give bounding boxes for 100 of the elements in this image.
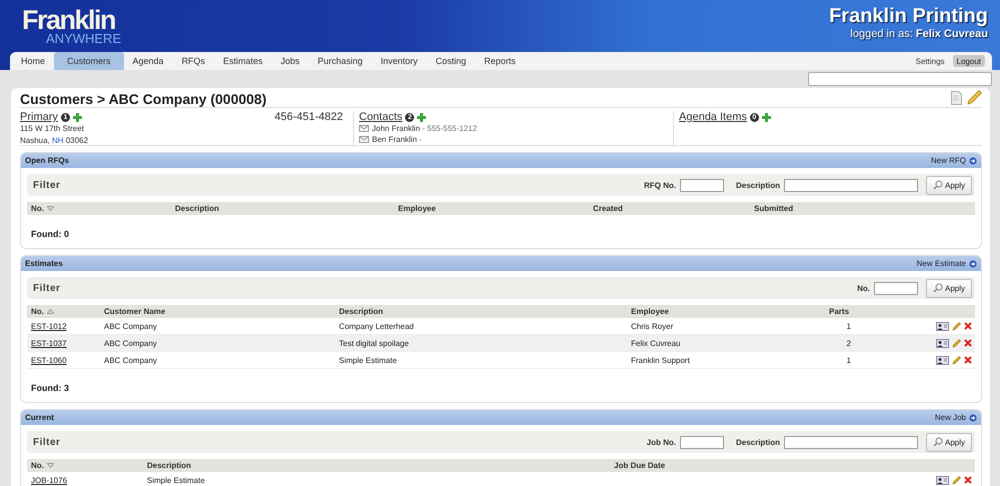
filter-input-field[interactable] [784, 178, 918, 192]
nav-tab[interactable]: Customers [54, 52, 124, 70]
table-cell: 2 [825, 335, 855, 352]
nav-tab[interactable]: Reports [475, 52, 525, 70]
logout-button[interactable]: Logout [952, 55, 985, 67]
nav-tab[interactable]: Agenda [124, 52, 173, 70]
settings-link[interactable]: Settings [908, 52, 953, 70]
column-header[interactable]: Description [143, 459, 610, 472]
table-cell: 1 [825, 352, 855, 369]
field-label: Job No. [646, 438, 676, 446]
new-item-link[interactable]: New RFQ [930, 156, 977, 165]
street-address: 115 W 17th Street [20, 123, 85, 135]
pencil-icon[interactable] [967, 90, 982, 105]
pencil-icon[interactable] [952, 476, 961, 484]
section-title: Current [25, 413, 54, 422]
contacts-link[interactable]: Contacts [359, 111, 402, 123]
table-cell: Felix Cuvreau [627, 335, 825, 352]
page-title: Customers > ABC Company (000008) [20, 90, 267, 106]
delete-icon[interactable] [964, 476, 972, 484]
arrow-right-circle-icon [969, 156, 977, 164]
search-field[interactable] [808, 72, 992, 86]
contact-entry[interactable]: Ben Franklin - [372, 134, 422, 145]
table-cell: Simple Estimate [143, 472, 610, 486]
record-link[interactable]: EST-1037 [31, 338, 67, 348]
logo[interactable]: Franklin ANYWHERE [0, 0, 122, 52]
sort-ascending-icon[interactable] [46, 309, 54, 314]
column-header[interactable]: No. [27, 459, 143, 472]
nav-tab[interactable]: Home [12, 52, 54, 70]
found-count: Found: 3 [30, 382, 70, 395]
contact-card-icon[interactable] [936, 322, 949, 330]
filter-title: Filter [33, 436, 62, 448]
table-cell: Test digital spoilage [335, 335, 627, 352]
add-icon[interactable] [762, 112, 771, 122]
table-cell: ABC Company [100, 335, 335, 352]
column-header[interactable]: Job Due Date [610, 459, 915, 472]
record-link[interactable]: EST-1012 [31, 322, 67, 330]
field-label: Description [736, 438, 780, 446]
delete-icon[interactable] [964, 356, 972, 364]
column-header[interactable]: Description [335, 305, 627, 318]
column-header [915, 459, 975, 472]
delete-icon[interactable] [964, 339, 972, 347]
filter-title: Filter [33, 180, 62, 190]
column-header[interactable]: Employee [394, 202, 589, 215]
contact-card-icon[interactable] [936, 356, 949, 364]
nav-tab[interactable]: Costing [426, 52, 476, 70]
search-icon [932, 437, 943, 447]
table-cell: Franklin Support [627, 352, 825, 369]
filter-input-field[interactable] [874, 282, 918, 294]
filter-title: Filter [33, 282, 62, 294]
city-state-zip: Nashua, NH 03062 [20, 135, 88, 147]
column-header[interactable]: Submitted [750, 202, 975, 215]
filter-input-field[interactable] [680, 178, 724, 192]
apply-button[interactable]: Apply [926, 176, 972, 194]
apply-button[interactable]: Apply [926, 278, 972, 298]
found-count: Found: 0 [30, 228, 70, 241]
column-header[interactable]: No. [27, 202, 171, 215]
arrow-right-circle-icon [969, 414, 977, 422]
section-title: Open RFQs [25, 156, 70, 165]
nav-tab[interactable]: RFQs [172, 52, 214, 70]
field-label: RFQ No. [644, 180, 676, 190]
nav-tab[interactable]: Jobs [272, 52, 309, 70]
document-icon[interactable] [951, 90, 962, 104]
filter-input-field[interactable] [680, 436, 724, 448]
login-status: logged in as: Felix Cuvreau [849, 28, 988, 40]
add-icon[interactable] [417, 112, 426, 122]
phone-number: 456-451-4822 [274, 111, 343, 125]
new-item-link[interactable]: New Job [934, 413, 977, 422]
column-header[interactable]: Customer Name [100, 305, 335, 318]
agenda-items-link[interactable]: Agenda Items [679, 111, 747, 123]
new-item-link[interactable]: New Estimate [916, 259, 977, 268]
column-header[interactable]: Employee [627, 305, 825, 318]
delete-icon[interactable] [964, 322, 972, 330]
search-icon [932, 180, 943, 190]
primary-link[interactable]: Primary [20, 111, 58, 123]
company-name: Franklin Printing [829, 5, 988, 28]
table-cell: Simple Estimate [335, 352, 627, 369]
search-icon [932, 283, 943, 293]
sort-descending-icon[interactable] [46, 463, 54, 468]
record-link[interactable]: JOB-1076 [31, 476, 68, 484]
filter-input-field[interactable] [784, 436, 918, 448]
apply-button[interactable]: Apply [926, 432, 972, 452]
nav-tab[interactable]: Estimates [214, 52, 272, 70]
nav-tab[interactable]: Inventory [372, 52, 427, 70]
contact-entry[interactable]: John Franklin - 555-555-1212 [372, 123, 477, 134]
field-label: Description [736, 180, 780, 190]
column-header[interactable]: Parts [825, 305, 855, 318]
column-header[interactable]: Created [589, 202, 750, 215]
record-link[interactable]: EST-1060 [31, 356, 67, 364]
contact-card-icon[interactable] [936, 476, 949, 484]
envelope-icon[interactable] [359, 136, 369, 143]
section-title: Estimates [25, 259, 63, 268]
column-header[interactable]: Description [171, 202, 394, 215]
field-label: No. [857, 284, 870, 292]
contact-card-icon[interactable] [936, 338, 949, 348]
sort-descending-icon[interactable] [46, 206, 54, 211]
table-cell: ABC Company [100, 352, 335, 369]
column-header[interactable]: No. [27, 305, 100, 318]
nav-tab[interactable]: Purchasing [308, 52, 372, 70]
add-icon[interactable] [72, 112, 82, 122]
envelope-icon[interactable] [359, 125, 369, 132]
